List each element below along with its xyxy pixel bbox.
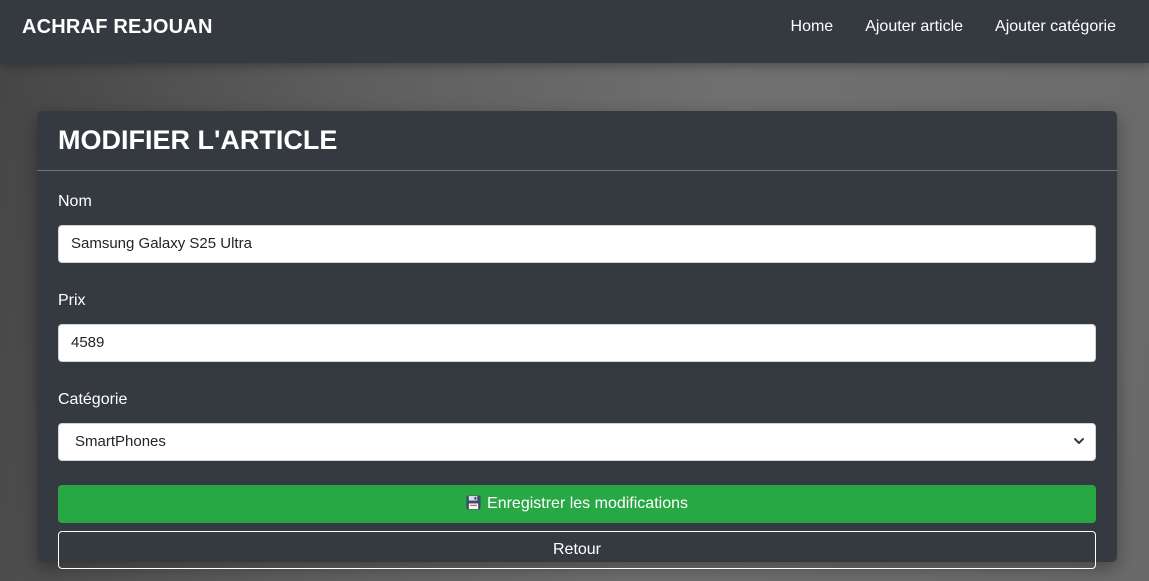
nom-input[interactable]: Samsung Galaxy S25 Ultra xyxy=(58,225,1096,263)
page-title: MODIFIER L'ARTICLE xyxy=(58,125,338,155)
brand-logo[interactable]: ACHRAF REJOUAN xyxy=(22,16,213,39)
save-button-label: Enregistrer les modifications xyxy=(487,495,688,512)
back-button[interactable]: Retour xyxy=(58,531,1096,569)
categorie-select[interactable]: SmartPhones xyxy=(58,423,1096,461)
nav-link-ajouter-categorie[interactable]: Ajouter catégorie xyxy=(995,18,1116,36)
edit-form: Nom Samsung Galaxy S25 Ultra Prix 4589 C… xyxy=(37,171,1117,569)
save-button[interactable]: Enregistrer les modifications xyxy=(58,485,1096,523)
categorie-selected-value: SmartPhones xyxy=(75,433,166,450)
nav-links: Home Ajouter article Ajouter catégorie xyxy=(791,18,1116,36)
card-header: MODIFIER L'ARTICLE xyxy=(37,111,1117,171)
nav-link-home[interactable]: Home xyxy=(791,18,834,36)
edit-article-card: MODIFIER L'ARTICLE Nom Samsung Galaxy S2… xyxy=(37,111,1117,569)
prix-input[interactable]: 4589 xyxy=(58,324,1096,362)
navbar: ACHRAF REJOUAN Home Ajouter article Ajou… xyxy=(0,0,1149,63)
prix-label: Prix xyxy=(58,292,86,309)
categorie-label: Catégorie xyxy=(58,391,128,408)
chevron-down-icon xyxy=(1074,438,1084,444)
nom-label: Nom xyxy=(58,193,92,210)
floppy-disk-icon xyxy=(466,495,481,510)
nav-link-ajouter-article[interactable]: Ajouter article xyxy=(865,18,963,36)
